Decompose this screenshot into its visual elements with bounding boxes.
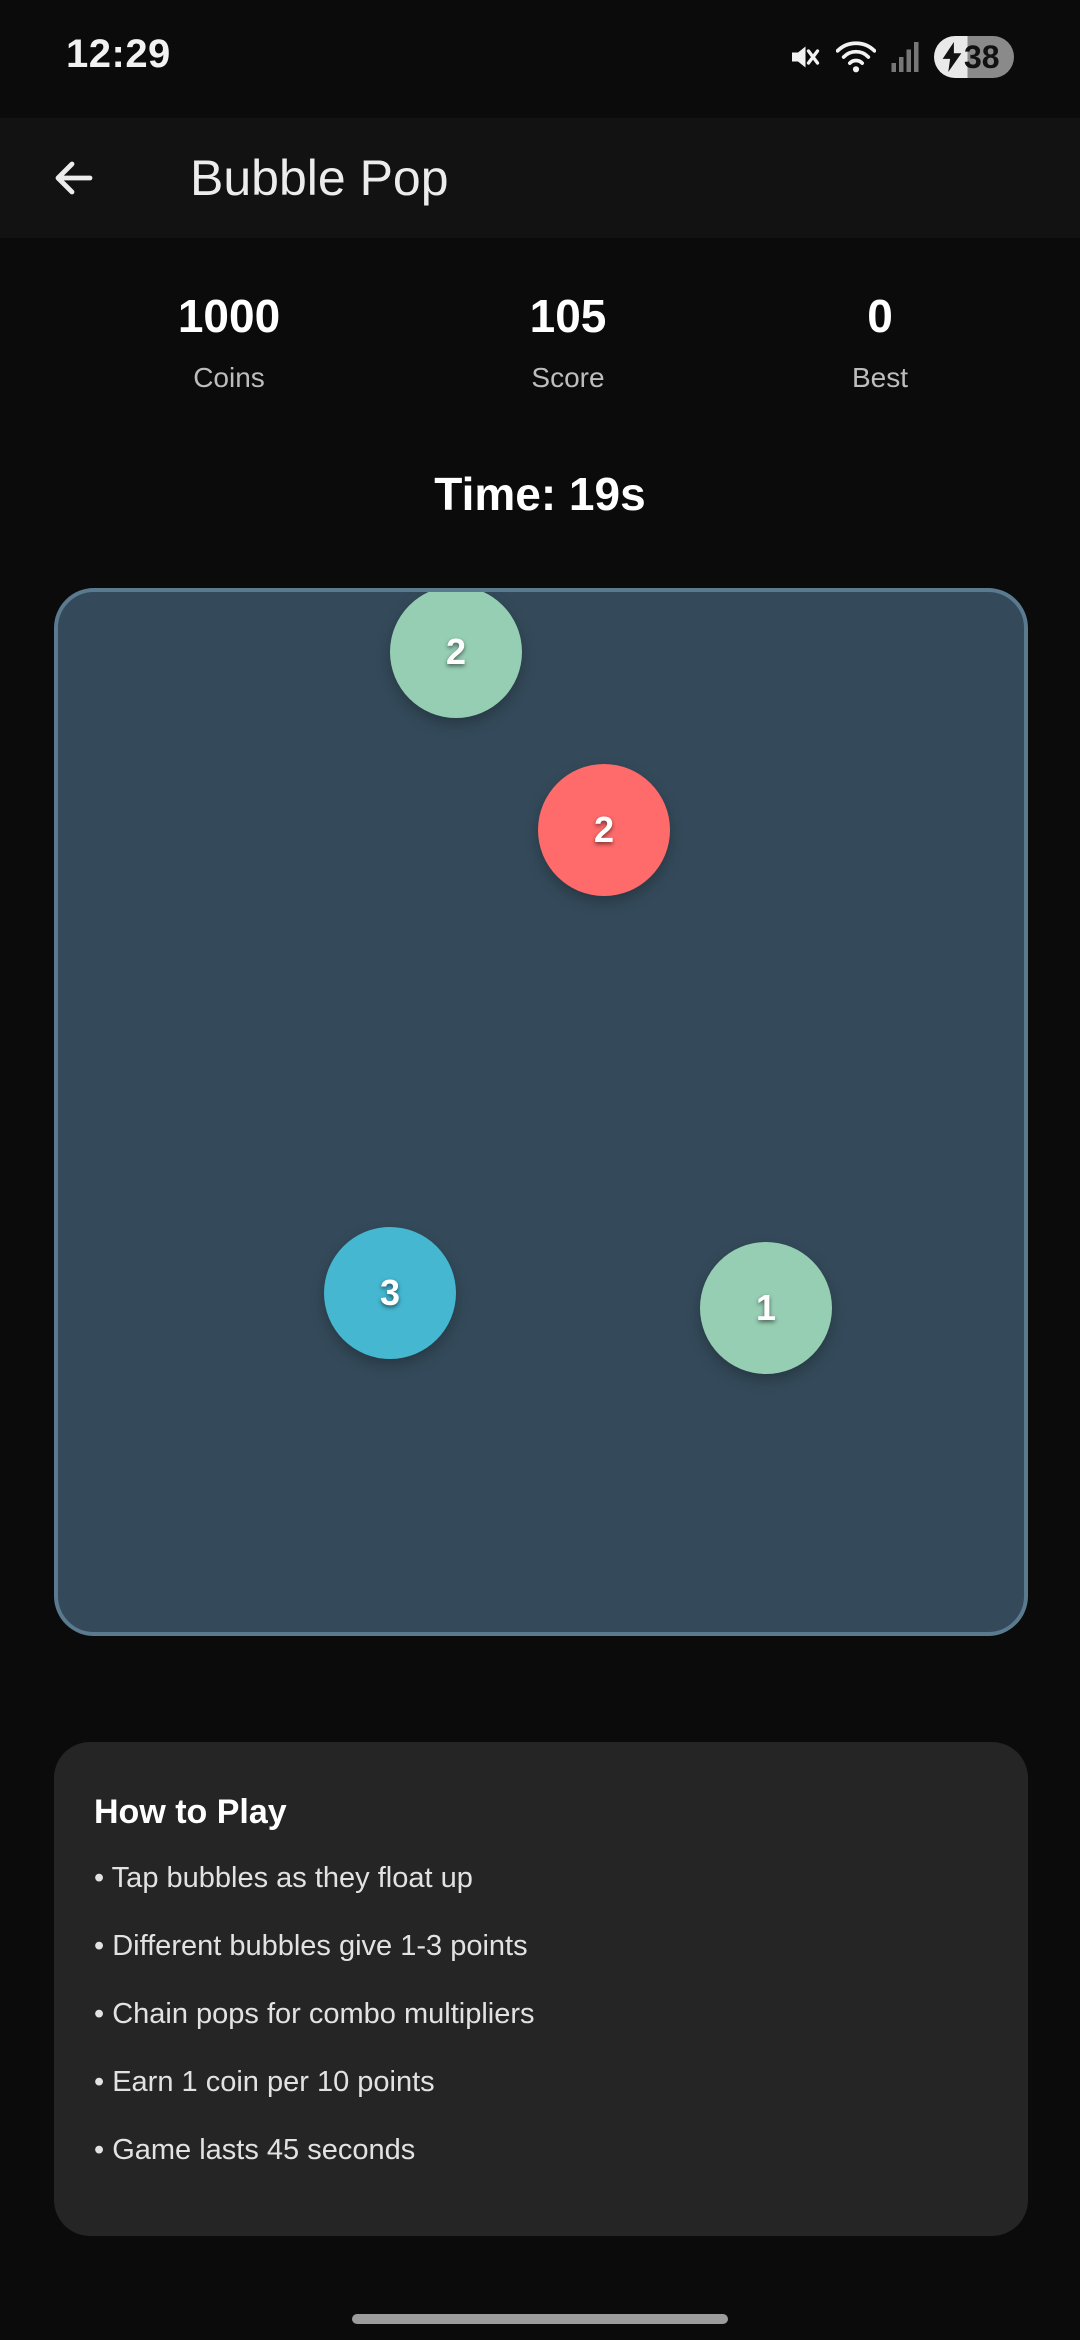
back-button[interactable] xyxy=(40,144,108,212)
screen: 12:29 38 Bubble Pop 1000 Coins 105 Score… xyxy=(0,0,1080,2340)
instruction-item: • Chain pops for combo multipliers xyxy=(94,1998,535,2030)
instruction-item: • Tap bubbles as they float up xyxy=(94,1862,473,1894)
game-area[interactable]: 2 2 3 1 xyxy=(54,588,1028,1636)
page-title: Bubble Pop xyxy=(190,150,449,206)
how-to-play-card: How to Play • Tap bubbles as they float … xyxy=(54,1742,1028,2236)
score-label: Score xyxy=(531,362,605,393)
bubble-points: 1 xyxy=(755,1287,777,1328)
bubble[interactable]: 1 xyxy=(700,1242,832,1374)
home-indicator[interactable] xyxy=(352,2314,728,2324)
stat-best: 0 Best xyxy=(730,286,1030,396)
battery-level: 38 xyxy=(964,38,1000,75)
wifi-icon xyxy=(836,39,876,75)
charging-bolt-icon xyxy=(942,42,962,72)
status-time: 12:29 xyxy=(66,32,171,76)
arrow-left-icon xyxy=(55,161,93,195)
mute-icon xyxy=(786,39,822,75)
bubble[interactable]: 3 xyxy=(324,1227,456,1359)
best-value: 0 xyxy=(867,290,893,342)
instruction-item: • Different bubbles give 1-3 points xyxy=(94,1930,528,1962)
bubble-points: 2 xyxy=(593,809,615,850)
score-value: 105 xyxy=(529,290,607,342)
bubble-points: 2 xyxy=(445,631,467,672)
how-to-play-title: How to Play xyxy=(94,1793,287,1831)
coins-value: 1000 xyxy=(177,290,281,342)
stat-coins: 1000 Coins xyxy=(79,286,379,396)
timer: Time: 19s xyxy=(434,468,646,520)
best-label: Best xyxy=(851,362,909,393)
bubble[interactable]: 2 xyxy=(538,764,670,896)
status-bar: 12:29 38 xyxy=(0,0,1080,118)
bubble[interactable]: 2 xyxy=(390,592,522,718)
coins-label: Coins xyxy=(193,362,265,393)
battery-indicator: 38 xyxy=(934,36,1014,78)
instruction-item: • Game lasts 45 seconds xyxy=(94,2134,416,2166)
signal-icon xyxy=(890,40,920,74)
app-bar: Bubble Pop xyxy=(0,118,1080,238)
instruction-item: • Earn 1 coin per 10 points xyxy=(94,2066,435,2098)
stat-score: 105 Score xyxy=(418,286,718,396)
bubble-points: 3 xyxy=(379,1272,401,1313)
status-icons: 38 xyxy=(786,34,1014,80)
